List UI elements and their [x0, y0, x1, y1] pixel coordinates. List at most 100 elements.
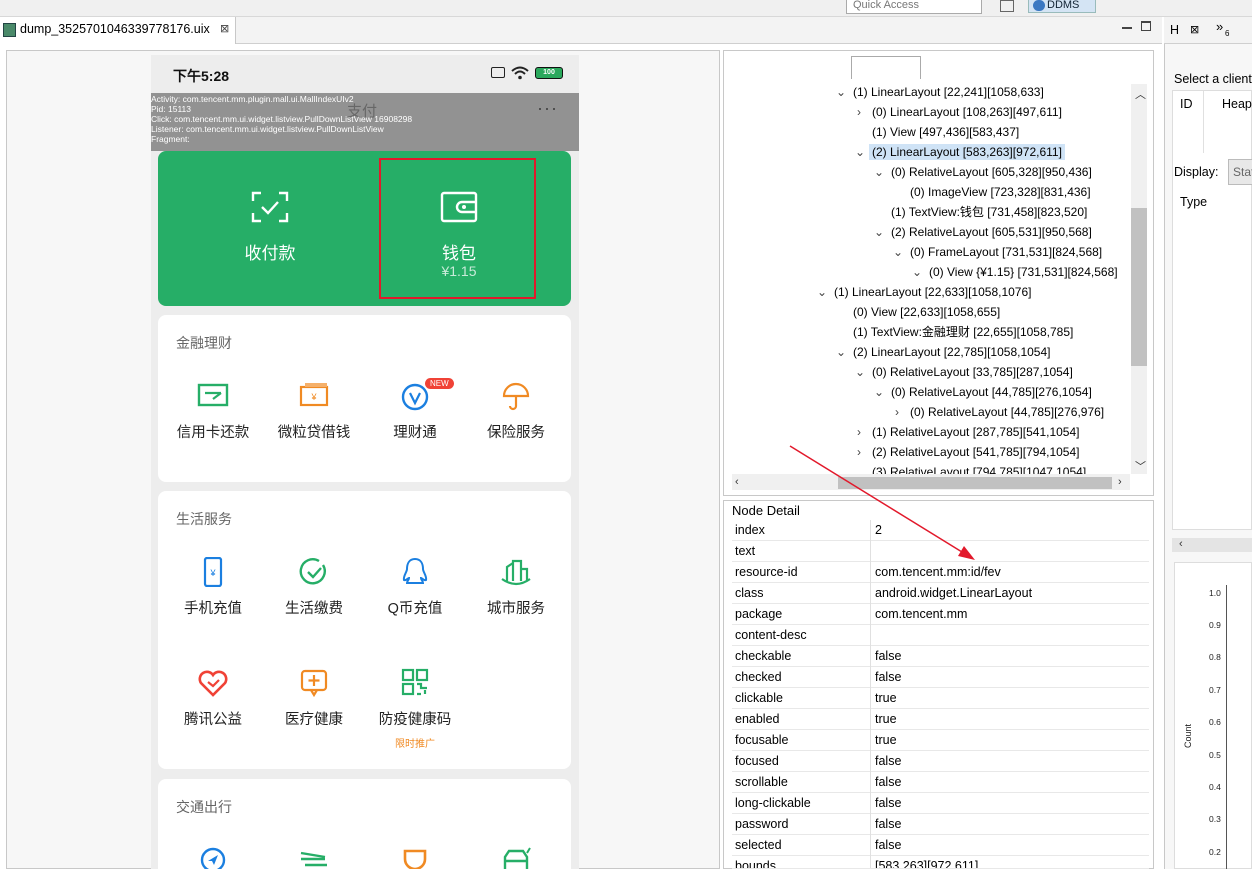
collapsed-arrow-icon[interactable]: › — [895, 404, 899, 420]
tree-node[interactable]: (1) LinearLayout [22,633][1058,1076] — [834, 284, 1031, 300]
tree-node[interactable]: (0) LinearLayout [108,263][497,611] — [872, 104, 1062, 120]
detail-row[interactable]: selected false — [732, 835, 1149, 856]
detail-value[interactable]: com.tencent.mm:id/fev — [875, 562, 1001, 583]
grid-city-services[interactable]: 城市服务 — [466, 557, 566, 618]
expanded-arrow-icon[interactable]: ⌄ — [893, 244, 903, 260]
tree-node-selected[interactable]: (2) LinearLayout [583,263][972,611] — [869, 144, 1065, 160]
detail-value[interactable]: false — [875, 814, 901, 835]
detail-value[interactable]: false — [875, 646, 901, 667]
collapsed-arrow-icon[interactable]: › — [857, 424, 861, 440]
overflow-tabs-icon[interactable]: » — [1216, 19, 1223, 34]
collapsed-arrow-icon[interactable]: › — [857, 444, 861, 460]
detail-value[interactable]: true — [875, 688, 897, 709]
grid-utility-bills[interactable]: 生活缴费 — [264, 557, 364, 618]
detail-row[interactable]: clickable true — [732, 688, 1149, 709]
detail-value[interactable]: true — [875, 730, 897, 751]
tree-node[interactable]: (1) RelativeLayout [287,785][541,1054] — [872, 424, 1079, 440]
open-perspective-icon[interactable] — [1000, 0, 1014, 12]
detail-value[interactable]: false — [875, 667, 901, 688]
detail-value[interactable]: android.widget.LinearLayout — [875, 583, 1032, 604]
detail-row[interactable]: text — [732, 541, 1149, 562]
tab-uix-dump[interactable]: dump_3525701046339778176.uix ⊠ — [0, 17, 236, 44]
detail-row[interactable]: package com.tencent.mm — [732, 604, 1149, 625]
detail-value[interactable]: [583,263][972,611] — [875, 856, 978, 868]
grid-medical-health[interactable]: 医疗健康 — [264, 668, 364, 729]
detail-value[interactable]: false — [875, 751, 901, 772]
more-icon[interactable]: ··· — [537, 99, 558, 117]
tree-node[interactable]: (2) LinearLayout [22,785][1058,1054] — [853, 344, 1050, 360]
device-screenshot[interactable]: 下午5:28 100 Activity: com.tencent.mm.plug… — [151, 55, 579, 869]
detail-value[interactable]: true — [875, 709, 897, 730]
tree-node[interactable]: (0) RelativeLayout [44,785][276,1054] — [891, 384, 1092, 400]
grid-credit-card-repay[interactable]: 信用卡还款 — [163, 381, 263, 442]
tree-node[interactable]: (3) RelativeLayout [794,785][1047,1054] — [872, 464, 1086, 474]
tree-node[interactable]: (0) ImageView [723,328][831,436] — [910, 184, 1091, 200]
col-heap[interactable]: Heap — [1222, 97, 1252, 111]
close-icon[interactable]: ⊠ — [220, 22, 229, 35]
expanded-arrow-icon[interactable]: ⌄ — [874, 224, 884, 240]
detail-row[interactable]: enabled true — [732, 709, 1149, 730]
detail-row[interactable]: focusable true — [732, 730, 1149, 751]
expanded-arrow-icon[interactable]: ⌄ — [855, 144, 865, 160]
scroll-left-icon[interactable]: ‹ — [1179, 538, 1183, 550]
detail-row[interactable]: checked false — [732, 667, 1149, 688]
grid-licaitong[interactable]: NEW 理财通 — [365, 378, 465, 442]
expanded-arrow-icon[interactable]: ⌄ — [817, 284, 827, 300]
detail-row[interactable]: resource-id com.tencent.mm:id/fev — [732, 562, 1149, 583]
tree-node[interactable]: (0) RelativeLayout [33,785][287,1054] — [872, 364, 1073, 380]
detail-row[interactable]: long-clickable false — [732, 793, 1149, 814]
detail-row[interactable]: scrollable false — [732, 772, 1149, 793]
tree-node[interactable]: (0) RelativeLayout [605,328][950,436] — [891, 164, 1092, 180]
grid-tencent-charity[interactable]: 腾讯公益 — [163, 668, 263, 729]
detail-value[interactable]: false — [875, 835, 901, 856]
detail-row[interactable]: password false — [732, 814, 1149, 835]
quick-access-field[interactable]: Quick Access — [846, 0, 982, 14]
collect-pay-label[interactable]: 收付款 — [210, 239, 330, 264]
tree-node[interactable]: (0) View [22,633][1058,655] — [853, 304, 1000, 320]
detail-value[interactable]: com.tencent.mm — [875, 604, 967, 625]
tree-node[interactable]: (0) FrameLayout [731,531][824,568] — [910, 244, 1102, 260]
grid-phone-topup[interactable]: ¥ 手机充值 — [163, 557, 263, 618]
grid-health-code[interactable]: 防疫健康码 限时推广 — [365, 668, 465, 750]
scrollbar-thumb[interactable] — [1131, 208, 1147, 366]
minimize-icon[interactable] — [1122, 21, 1132, 29]
expanded-arrow-icon[interactable]: ⌄ — [874, 164, 884, 180]
type-column-header[interactable]: Type — [1180, 195, 1207, 209]
scroll-left-icon[interactable]: ‹ — [735, 476, 739, 488]
scrollbar-thumb[interactable] — [838, 477, 1112, 489]
detail-row[interactable]: bounds [583,263][972,611] — [732, 856, 1149, 869]
detail-row[interactable]: focused false — [732, 751, 1149, 772]
scroll-up-icon[interactable]: ︿ — [1135, 86, 1146, 102]
expanded-arrow-icon[interactable]: ⌄ — [912, 264, 922, 280]
detail-value[interactable]: false — [875, 772, 901, 793]
grid-q-coin[interactable]: Q币充值 — [365, 557, 465, 618]
expanded-arrow-icon[interactable]: ⌄ — [855, 364, 865, 380]
expanded-arrow-icon[interactable]: ⌄ — [874, 384, 884, 400]
tree-node[interactable]: (1) TextView:金融理财 [22,655][1058,785] — [853, 324, 1073, 340]
tree-node[interactable]: (0) View {¥1.15} [731,531][824,568] — [929, 264, 1118, 280]
close-icon[interactable]: ⊠ — [1190, 23, 1199, 36]
detail-row[interactable]: checkable false — [732, 646, 1149, 667]
grid-insurance[interactable]: 保险服务 — [466, 381, 566, 442]
tree-node[interactable]: (1) TextView:钱包 [731,458][823,520] — [891, 204, 1087, 220]
tree-node[interactable]: (2) RelativeLayout [541,785][794,1054] — [872, 444, 1079, 460]
maximize-icon[interactable] — [1141, 21, 1151, 31]
tree-node[interactable]: (0) RelativeLayout [44,785][276,976] — [910, 404, 1104, 420]
expanded-arrow-icon[interactable]: ⌄ — [836, 84, 846, 100]
scroll-right-icon[interactable]: › — [1118, 476, 1122, 488]
collapsed-arrow-icon[interactable]: › — [857, 104, 861, 120]
detail-value[interactable]: false — [875, 793, 901, 814]
heap-horizontal-scrollbar[interactable] — [1172, 538, 1252, 552]
detail-row[interactable]: class android.widget.LinearLayout — [732, 583, 1149, 604]
detail-row[interactable]: index 2 — [732, 520, 1149, 541]
tree-search-box[interactable] — [851, 56, 921, 79]
tab-heap[interactable]: H — [1170, 23, 1179, 37]
expanded-arrow-icon[interactable]: ⌄ — [836, 344, 846, 360]
tree-node[interactable]: (1) LinearLayout [22,241][1058,633] — [853, 84, 1044, 100]
tree-node[interactable]: (2) RelativeLayout [605,531][950,568] — [891, 224, 1092, 240]
col-id[interactable]: ID — [1180, 97, 1193, 111]
scroll-down-icon[interactable]: ﹀ — [1135, 458, 1146, 474]
display-select[interactable]: Stat — [1228, 159, 1252, 185]
detail-row[interactable]: content-desc — [732, 625, 1149, 646]
detail-value[interactable]: 2 — [875, 520, 882, 541]
